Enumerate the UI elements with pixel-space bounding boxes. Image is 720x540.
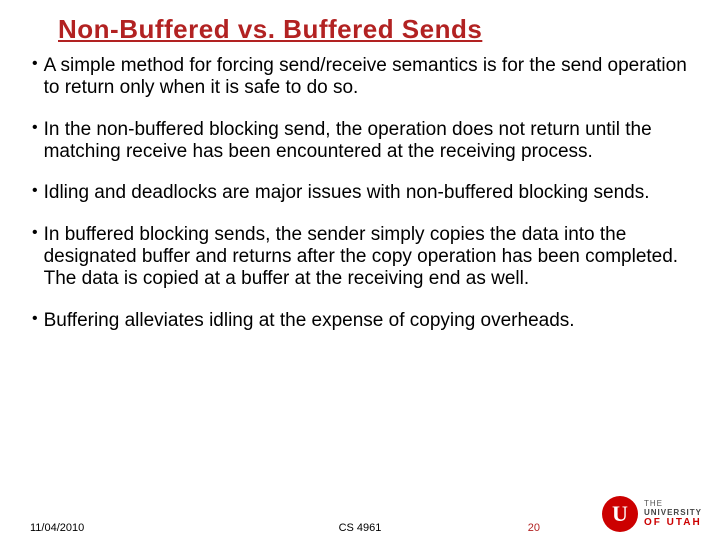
bullet-dot: • [30,182,44,204]
bullet-item: • Buffering alleviates idling at the exp… [30,310,690,332]
bullet-dot: • [30,55,44,99]
bullet-text: Buffering alleviates idling at the expen… [44,310,690,332]
bullet-dot: • [30,310,44,332]
slide-title: Non-Buffered vs. Buffered Sends [0,0,720,45]
logo-u-icon [602,496,638,532]
bullet-item: • In the non-buffered blocking send, the… [30,119,690,163]
bullet-text: Idling and deadlocks are major issues wi… [44,182,690,204]
footer-page-number: 20 [528,522,540,534]
footer-date: 11/04/2010 [30,522,84,534]
logo-line-university: UNIVERSITY [644,509,702,518]
bullet-item: • In buffered blocking sends, the sender… [30,224,690,290]
logo-text: THE UNIVERSITY OF UTAH [644,500,702,529]
bullet-text: In the non-buffered blocking send, the o… [44,119,690,163]
bullet-text: A simple method for forcing send/receive… [44,55,690,99]
bullet-dot: • [30,119,44,163]
bullet-dot: • [30,224,44,290]
university-logo: THE UNIVERSITY OF UTAH [602,496,702,532]
slide-content: • A simple method for forcing send/recei… [0,45,720,332]
bullet-item: • Idling and deadlocks are major issues … [30,182,690,204]
footer-course: CS 4961 [339,522,382,534]
logo-line-utah: OF UTAH [644,517,702,528]
bullet-text: In buffered blocking sends, the sender s… [44,224,690,290]
bullet-item: • A simple method for forcing send/recei… [30,55,690,99]
